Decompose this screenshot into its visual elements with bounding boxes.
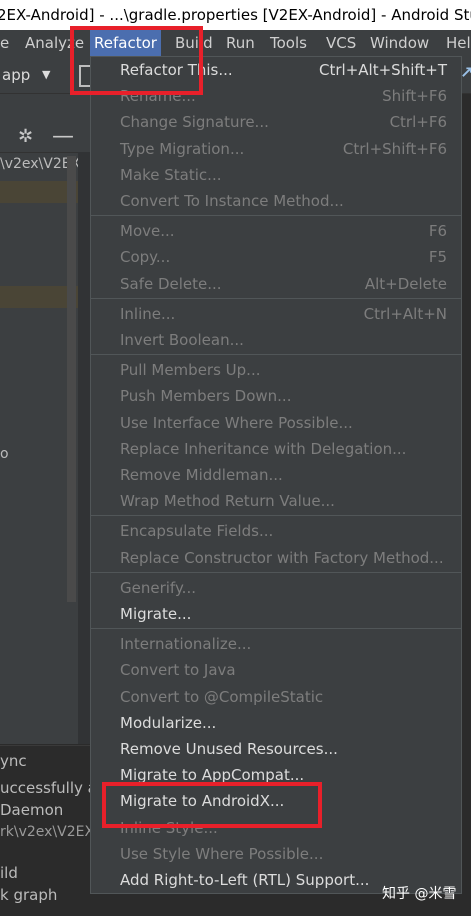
menu-item-use-interface-where-possible[interactable]: Use Interface Where Possible...	[91, 410, 461, 436]
menu-item-shortcut: Ctrl+Shift+F6	[342, 140, 447, 158]
menu-item-label: Safe Delete...	[120, 275, 222, 293]
menu-item-label: Inline...	[120, 305, 176, 323]
menu-item-copy[interactable]: Copy... F5	[91, 244, 461, 270]
menu-item-label: Migrate...	[120, 605, 192, 623]
menu-item-shortcut: Ctrl+Alt+N	[363, 305, 447, 323]
menu-item-label: Move...	[120, 222, 175, 240]
menu-item-shortcut: Ctrl+Alt+Shift+T	[319, 61, 447, 79]
menu-item-label: Generify...	[120, 579, 196, 597]
build-line: rk\v2ex\V2EX	[0, 824, 95, 840]
menu-item-shortcut: F5	[428, 248, 447, 266]
menu-item-remove-unused-resources[interactable]: Remove Unused Resources...	[91, 736, 461, 762]
menu-help[interactable]: Hel	[442, 30, 471, 57]
refactor-menu: Refactor This... Ctrl+Alt+Shift+T Rename..…	[90, 56, 462, 894]
annotation-box-refactor	[70, 26, 203, 95]
menu-tools[interactable]: Tools	[266, 30, 311, 57]
menu-item-move[interactable]: Move... F6	[91, 218, 461, 244]
project-panel: ✲ — \v2ex\V2EX o	[0, 94, 90, 744]
menu-item-label: Convert To Instance Method...	[120, 192, 344, 210]
menu-item-label: Type Migration...	[120, 140, 245, 158]
menu-item-label: Copy...	[120, 248, 171, 266]
menu-item-label: Change Signature...	[120, 113, 269, 131]
menu-separator	[91, 354, 461, 356]
menu-item-replace-constructor-with-factory-method[interactable]: Replace Constructor with Factory Method.…	[91, 545, 461, 571]
run-config-select[interactable]: app ▼	[0, 63, 64, 87]
menu-item-invert-boolean[interactable]: Invert Boolean...	[91, 327, 461, 353]
menu-item-generify[interactable]: Generify...	[91, 575, 461, 601]
menu-item-make-static[interactable]: Make Static...	[91, 162, 461, 188]
menu-vcs[interactable]: VCS	[322, 30, 360, 57]
collapse-icon[interactable]: —	[52, 124, 74, 149]
menu-item-label: Convert to Java	[120, 661, 236, 679]
menu-item-convert-to-compilestatic[interactable]: Convert to @CompileStatic	[91, 684, 461, 710]
menu-item-label: Replace Inheritance with Delegation...	[120, 440, 407, 458]
menu-item-inline[interactable]: Inline... Ctrl+Alt+N	[91, 301, 461, 327]
project-scrollbar[interactable]	[67, 156, 76, 602]
menu-item-label: Internationalize...	[120, 635, 252, 653]
menu-item-safe-delete[interactable]: Safe Delete... Alt+Delete	[91, 271, 461, 297]
menu-separator	[91, 571, 461, 573]
menu-item-wrap-method-return-value[interactable]: Wrap Method Return Value...	[91, 488, 461, 514]
menu-item-shortcut: Shift+F6	[382, 87, 447, 105]
annotation-box-androidx	[102, 782, 322, 828]
menu-separator	[91, 297, 461, 299]
run-config-label: app	[2, 66, 31, 84]
menu-item-label: Encapsulate Fields...	[120, 522, 274, 540]
menu-item-use-style-where-possible[interactable]: Use Style Where Possible...	[91, 841, 461, 867]
menu-window[interactable]: Window	[366, 30, 433, 57]
gear-icon[interactable]: ✲	[18, 126, 33, 147]
build-tab-sync[interactable]: ync	[0, 752, 27, 770]
menu-item-change-signature[interactable]: Change Signature... Ctrl+F6	[91, 109, 461, 135]
menu-separator	[91, 515, 461, 517]
menu-item-convert-to-java[interactable]: Convert to Java	[91, 657, 461, 683]
menu-item-label: Make Static...	[120, 166, 222, 184]
menu-item-label: Replace Constructor with Factory Method.…	[120, 549, 444, 567]
watermark: 知乎 @米雪	[382, 886, 457, 902]
menu-run[interactable]: Run	[222, 30, 259, 57]
build-line: ild	[0, 864, 18, 882]
menu-item-label: Pull Members Up...	[120, 361, 261, 379]
menu-item-label: Invert Boolean...	[120, 331, 244, 349]
tree-item-fragment[interactable]: o	[0, 446, 9, 462]
build-line: uccessfully at	[0, 779, 103, 797]
menu-item-shortcut: Alt+Delete	[364, 275, 447, 293]
menu-item-replace-inheritance-with-delegation[interactable]: Replace Inheritance with Delegation...	[91, 436, 461, 462]
menu-item-convert-to-instance-method[interactable]: Convert To Instance Method...	[91, 188, 461, 214]
menu-item-label: Remove Middleman...	[120, 466, 283, 484]
menu-item-pull-members-up[interactable]: Pull Members Up...	[91, 357, 461, 383]
menu-item-encapsulate-fields[interactable]: Encapsulate Fields...	[91, 518, 461, 544]
menu-separator	[91, 628, 461, 630]
project-panel-header: ✲ —	[0, 124, 90, 153]
menu-item-label: Convert to @CompileStatic	[120, 688, 324, 706]
menu-item-migrate[interactable]: Migrate...	[91, 601, 461, 627]
menu-item-label: Remove Unused Resources...	[120, 740, 338, 758]
menu-item-label: Modularize...	[120, 714, 217, 732]
menu-item-shortcut: Ctrl+F6	[389, 113, 447, 131]
menu-item-label: Add Right-to-Left (RTL) Support...	[120, 871, 370, 889]
menu-item-modularize[interactable]: Modularize...	[91, 710, 461, 736]
build-line: k graph	[0, 886, 58, 904]
menu-item-shortcut: F6	[428, 222, 447, 240]
menu-edit[interactable]: e	[0, 30, 13, 57]
menu-item-label: Use Style Where Possible...	[120, 845, 324, 863]
menu-item-label: Push Members Down...	[120, 387, 292, 405]
window-title: 2EX-Android] - ...\gradle.properties [V2…	[0, 6, 471, 24]
menu-item-remove-middleman[interactable]: Remove Middleman...	[91, 462, 461, 488]
menu-item-push-members-down[interactable]: Push Members Down...	[91, 383, 461, 409]
menu-item-type-migration[interactable]: Type Migration... Ctrl+Shift+F6	[91, 136, 461, 162]
editor-edge	[462, 94, 471, 915]
menu-separator	[91, 215, 461, 217]
build-line: Daemon	[0, 801, 64, 819]
caret-down-icon: ▼	[42, 68, 51, 81]
menu-item-label: Wrap Method Return Value...	[120, 492, 335, 510]
menu-item-internationalize[interactable]: Internationalize...	[91, 631, 461, 657]
panel-divider	[78, 152, 90, 744]
menu-item-label: Use Interface Where Possible...	[120, 414, 353, 432]
build-panel: ync uccessfully at Daemon rk\v2ex\V2EX i…	[0, 745, 103, 916]
